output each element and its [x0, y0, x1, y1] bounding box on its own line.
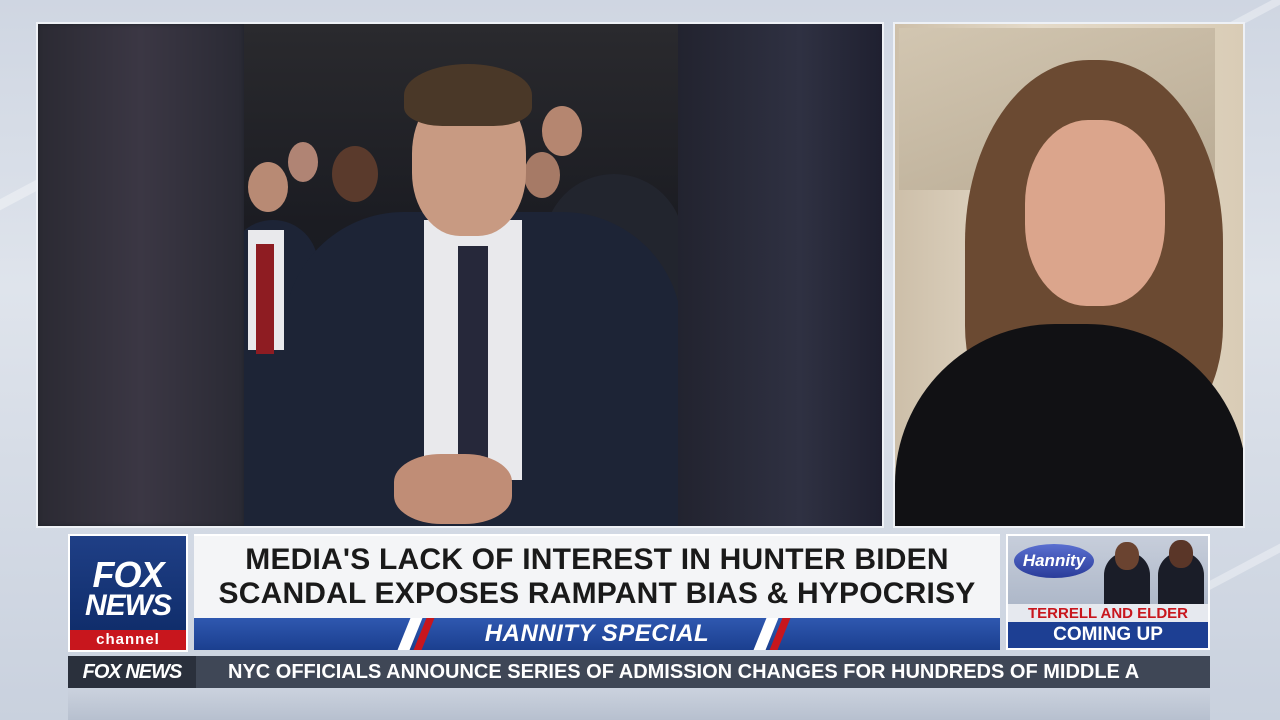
crowd-head — [288, 142, 318, 182]
show-name-bar: HANNITY SPECIAL — [194, 618, 1000, 650]
crowd-head — [542, 106, 582, 156]
crowd-head — [332, 146, 378, 202]
promo-guest-2-head — [1169, 540, 1193, 568]
headline-line-1: MEDIA'S LACK OF INTEREST IN HUNTER BIDEN — [245, 543, 949, 576]
blurred-edge-left — [38, 24, 244, 526]
bottom-strip — [68, 688, 1210, 720]
hannity-logo: Hannity — [1014, 544, 1094, 578]
coming-up-promo: Hannity TERRELL AND ELDER COMING UP — [1006, 534, 1210, 650]
blurred-edge-right — [678, 24, 882, 526]
main-subject-hands — [394, 454, 512, 524]
main-subject-tie — [458, 246, 488, 466]
headline-banner: MEDIA'S LACK OF INTEREST IN HUNTER BIDEN… — [194, 534, 1000, 618]
show-name-label: HANNITY SPECIAL — [484, 620, 710, 647]
ticker-text: NYC OFFICIALS ANNOUNCE SERIES OF ADMISSI… — [228, 661, 1140, 683]
crowd-head — [524, 152, 560, 198]
video-panel-guest — [893, 22, 1245, 528]
news-photo — [244, 24, 682, 526]
news-ticker: FOX NEWS NYC OFFICIALS ANNOUNCE SERIES O… — [68, 656, 1210, 688]
crowd-tie — [256, 244, 274, 354]
fox-news-logo: FOX NEWS channel — [68, 534, 188, 652]
logo-news-text: NEWS — [85, 589, 172, 622]
promo-guest-1-head — [1115, 542, 1139, 570]
video-panel-left — [36, 22, 884, 528]
main-subject-hair — [404, 64, 532, 126]
logo-fox-text: FOX — [92, 554, 164, 595]
logo-channel-text: channel — [70, 630, 186, 650]
promo-coming-up: COMING UP — [1008, 622, 1208, 648]
guest-face — [1025, 120, 1165, 306]
promo-image: Hannity — [1008, 536, 1208, 604]
promo-subtitle: TERRELL AND ELDER — [1027, 605, 1188, 622]
crowd-head — [248, 162, 288, 212]
ticker-brand: FOX NEWS — [68, 656, 196, 688]
headline-line-2: SCANDAL EXPOSES RAMPANT BIAS & HYPOCRISY — [218, 577, 976, 610]
